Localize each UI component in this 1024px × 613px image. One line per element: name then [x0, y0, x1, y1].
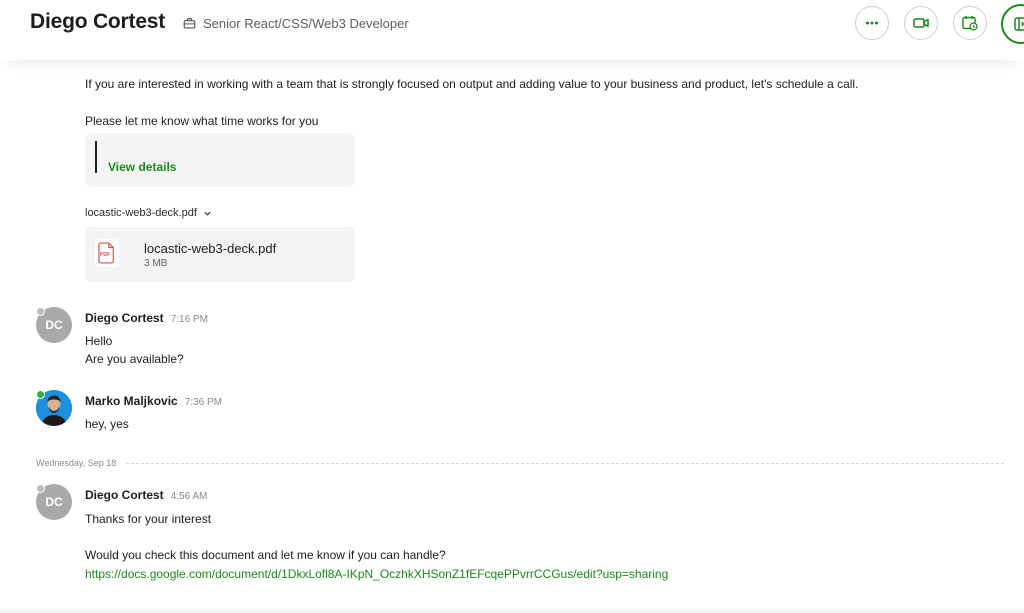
message-text: If you are interested in working with a …	[85, 77, 859, 91]
message-text: Are you available?	[85, 352, 184, 366]
attachment-label: locastic-web3-deck.pdf	[85, 207, 197, 219]
message-text: Please let me know what time works for y…	[85, 114, 319, 128]
divider	[126, 462, 1004, 464]
details-card[interactable]: View details	[85, 133, 355, 187]
schedule-icon	[962, 16, 978, 31]
message-time: 4:56 AM	[170, 491, 208, 502]
panel-toggle-icon	[1014, 17, 1024, 31]
message-header: Diego Cortest 4:56 AM	[85, 488, 207, 502]
more-icon	[866, 21, 878, 25]
message-text: hey, yes	[85, 417, 129, 431]
view-details-link[interactable]: View details	[108, 160, 176, 174]
contact-role: Senior React/CSS/Web3 Developer	[183, 16, 409, 31]
video-call-button[interactable]	[904, 6, 938, 40]
message-time: 7:36 PM	[184, 397, 222, 408]
sender-name[interactable]: Diego Cortest	[85, 311, 164, 325]
document-link[interactable]: https://docs.google.com/document/d/1DkxL…	[85, 567, 668, 581]
message-text: Thanks for your interest	[85, 512, 212, 526]
online-status-dot	[36, 390, 45, 399]
chevron-down-icon	[204, 211, 211, 216]
attachment-size: 3 MB	[144, 258, 168, 269]
message-text: Hello	[85, 334, 113, 348]
attachment-card[interactable]: PDF locastic-web3-deck.pdf 3 MB	[85, 227, 355, 282]
contact-name: Diego Cortest	[30, 10, 166, 33]
status-dot	[36, 484, 45, 493]
schedule-button[interactable]	[953, 6, 987, 40]
date-separator: Wednesday, Sep 18	[36, 456, 1004, 470]
toggle-panel-button[interactable]	[1001, 4, 1024, 44]
attachment-name: locastic-web3-deck.pdf	[144, 241, 277, 256]
message-header: Marko Maljkovic 7:36 PM	[85, 394, 222, 408]
message-time: 7:16 PM	[170, 314, 208, 325]
more-options-button[interactable]	[855, 6, 889, 40]
sender-name[interactable]: Diego Cortest	[85, 488, 164, 502]
composer-edge	[0, 607, 1024, 613]
quote-bar	[95, 141, 97, 173]
chat-header: Diego Cortest Senior React/CSS/Web3 Deve…	[0, 0, 1024, 60]
pdf-file-icon: PDF	[95, 239, 119, 267]
message-thread[interactable]: If you are interested in working with a …	[0, 60, 1024, 613]
sender-name[interactable]: Marko Maljkovic	[85, 394, 178, 408]
message-text: Would you check this document and let me…	[85, 548, 446, 562]
video-icon	[913, 18, 929, 28]
pdf-badge-text: PDF	[100, 252, 110, 258]
status-dot	[36, 307, 45, 316]
contact-role-text: Senior React/CSS/Web3 Developer	[203, 16, 409, 31]
attachment-toggle[interactable]: locastic-web3-deck.pdf	[85, 207, 212, 219]
briefcase-icon	[183, 18, 196, 29]
date-label: Wednesday, Sep 18	[36, 458, 117, 468]
message-header: Diego Cortest 7:16 PM	[85, 311, 208, 325]
